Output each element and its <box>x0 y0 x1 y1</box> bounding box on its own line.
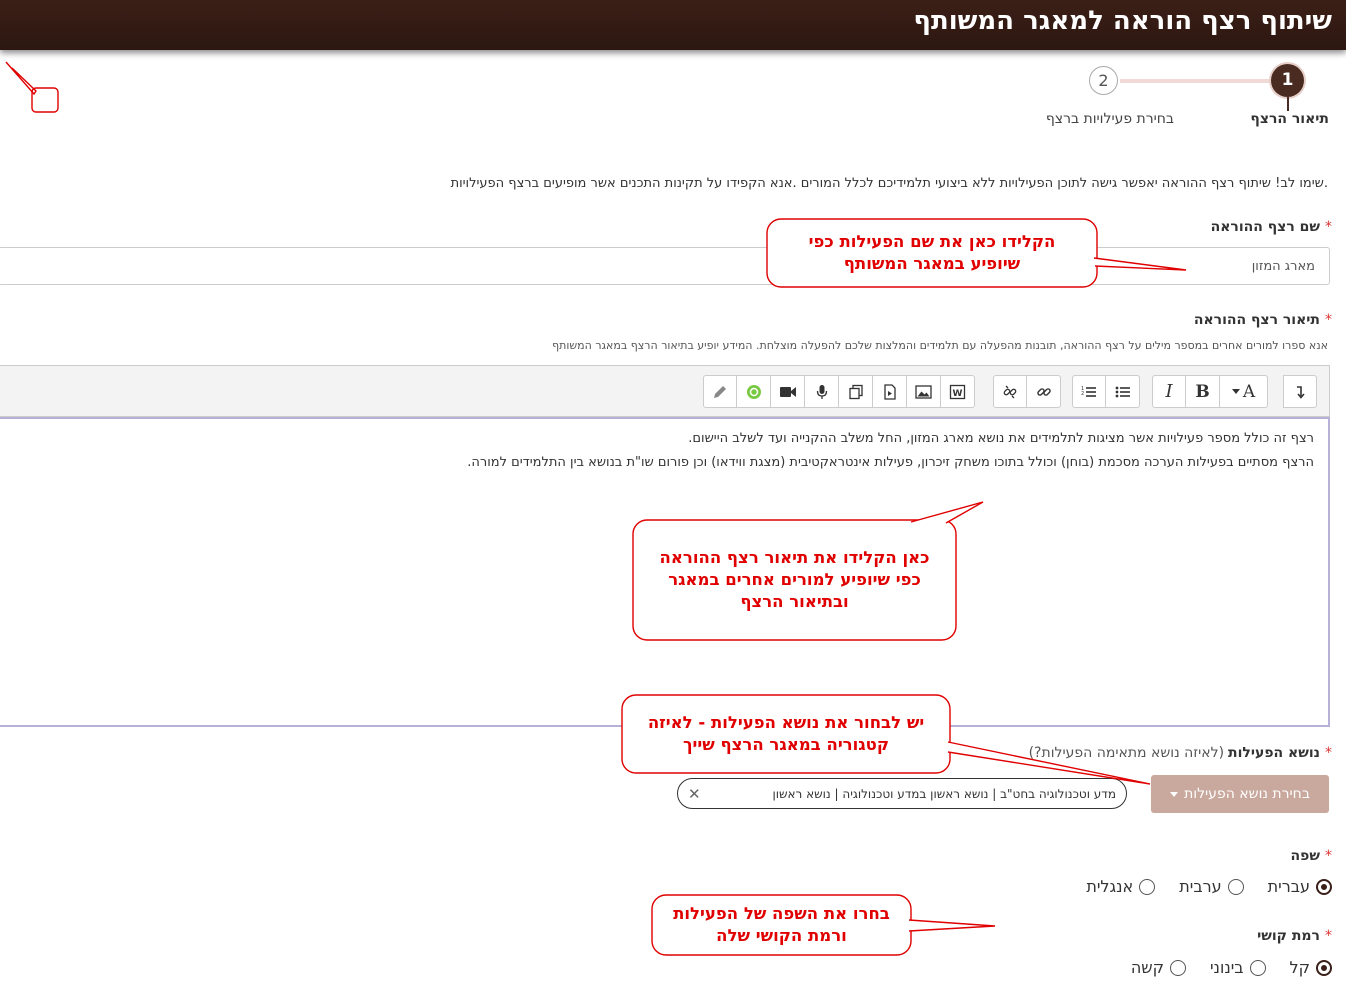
required-mark: * <box>1325 745 1332 761</box>
topic-field-sublabel: (לאיזה נושא מתאימה הפעילות?) <box>1028 745 1225 761</box>
selected-topic-text: מדע וטכנולוגיה בחט"ב | נושא ראשון במדע ו… <box>772 786 1116 801</box>
page-title: שיתוף רצף הוראה למאגר המשותף <box>913 6 1332 36</box>
media-file-icon[interactable] <box>873 375 907 408</box>
toolbar-expand-group <box>1283 375 1317 408</box>
callout-line: כפי שיופיע למורים אחרים במאגר <box>668 570 921 589</box>
callout-line: קטגוריה במאגר הרצף שייך <box>683 735 890 754</box>
radio-unchecked[interactable] <box>1227 878 1244 895</box>
language-option-hebrew[interactable]: עברית <box>1268 877 1332 896</box>
language-field-label-text: שפה <box>1290 848 1320 864</box>
wizard-step-1-label[interactable]: תיאור הרצף <box>1250 111 1329 127</box>
description-line: רצף זה כולל מספר פעילויות אשר מציגות לתל… <box>688 431 1314 446</box>
toolbar-list-group: 12 <box>1072 375 1140 408</box>
name-field-label: * שם רצף ההוראה <box>1211 219 1332 235</box>
video-icon[interactable] <box>771 375 805 408</box>
callout-line: ובתיאור הרצף <box>740 592 849 611</box>
empty-callout-box <box>31 87 59 113</box>
chevron-down-icon <box>1231 389 1240 394</box>
language-option-arabic[interactable]: ערבית <box>1179 877 1244 896</box>
required-mark: * <box>1325 848 1332 864</box>
required-mark: * <box>1325 312 1332 328</box>
font-dropdown-button[interactable]: A <box>1220 375 1268 408</box>
wizard-step-marker <box>1287 97 1289 111</box>
word-paste-icon[interactable]: W <box>941 375 975 408</box>
svg-text:2: 2 <box>1081 391 1084 397</box>
language-radio-group: עברית ערבית אנגלית <box>1072 877 1332 896</box>
share-warning: .שימו לב! שיתוף רצף ההוראה יאפשר גישה לת… <box>450 176 1328 191</box>
difficulty-option-easy[interactable]: קל <box>1290 958 1332 977</box>
link-icon[interactable] <box>1027 375 1061 408</box>
bold-button[interactable]: B <box>1186 375 1220 408</box>
callout-line: הקלידו כאן את שם הפעילות כפי <box>808 232 1056 251</box>
select-topic-button[interactable]: בחירת נושא הפעילות <box>1151 775 1329 813</box>
plugin-icon[interactable] <box>737 375 771 408</box>
difficulty-field-label-text: רמת קושי <box>1257 928 1320 944</box>
wizard-progress-line <box>1120 79 1272 83</box>
toolbar-link-group <box>993 375 1061 408</box>
radio-unchecked[interactable] <box>1169 959 1186 976</box>
radio-unchecked[interactable] <box>1139 878 1156 895</box>
difficulty-option-label: קשה <box>1130 958 1164 977</box>
microphone-icon[interactable] <box>805 375 839 408</box>
callout-description: כאן הקלידו את תיאור רצף ההוראה כפי שיופיע… <box>633 520 956 640</box>
callout-name: הקלידו כאן את שם הפעילות כפי שיופיע במאגר… <box>767 219 1097 287</box>
page-header: שיתוף רצף הוראה למאגר המשותף <box>0 0 1346 50</box>
language-option-label: ערבית <box>1179 877 1222 896</box>
empty-callout-pointer <box>5 61 37 96</box>
callout-topic: יש לבחור את נושא הפעילות - לאיזה קטגוריה … <box>622 695 950 773</box>
description-hint: אנא ספרו למורים אחרים במספר מילים על רצף… <box>552 339 1328 352</box>
callout-line: יש לבחור את נושא הפעילות - לאיזה <box>647 713 925 732</box>
wizard-step-2-label[interactable]: בחירת פעילויות ברצף <box>1046 111 1174 127</box>
topic-field-label: * נושא הפעילות(לאיזה נושא מתאימה הפעילות?… <box>1029 745 1332 761</box>
topic-field-label-text: נושא הפעילות <box>1228 745 1320 761</box>
radio-unchecked[interactable] <box>1249 959 1266 976</box>
svg-text:W: W <box>953 389 963 399</box>
difficulty-radio-group: קל בינוני קשה <box>1117 958 1332 977</box>
difficulty-option-label: קל <box>1289 958 1310 977</box>
callout-line: שיופיע במאגר המשותף <box>843 254 1021 273</box>
editor-toolbar: W 12 I B A <box>0 365 1330 417</box>
callout-line: כאן הקלידו את תיאור רצף ההוראה <box>659 548 930 567</box>
wizard-step-1[interactable]: 1 <box>1271 64 1304 97</box>
difficulty-field-label: * רמת קושי <box>1257 928 1332 944</box>
language-field-label: * שפה <box>1291 848 1332 864</box>
unlink-icon[interactable] <box>993 375 1027 408</box>
toolbar-insert-group: W <box>703 375 975 408</box>
pencil-icon[interactable] <box>703 375 737 408</box>
copy-icon[interactable] <box>839 375 873 408</box>
required-mark: * <box>1325 928 1332 944</box>
italic-button[interactable]: I <box>1152 375 1186 408</box>
difficulty-option-medium[interactable]: בינוני <box>1210 958 1266 977</box>
description-field-label-text: תיאור רצף ההוראה <box>1193 312 1320 328</box>
image-icon[interactable] <box>907 375 941 408</box>
radio-checked[interactable] <box>1316 878 1332 895</box>
toolbar-format-group: I B A <box>1152 375 1268 408</box>
difficulty-option-hard[interactable]: קשה <box>1131 958 1186 977</box>
expand-toolbar-icon[interactable] <box>1283 375 1317 408</box>
language-option-english[interactable]: אנגלית <box>1086 877 1156 896</box>
font-icon: A <box>1242 381 1256 402</box>
select-topic-label: בחירת נושא הפעילות <box>1184 786 1310 802</box>
difficulty-option-label: בינוני <box>1209 958 1244 977</box>
description-field-label: * תיאור רצף ההוראה <box>1194 312 1332 328</box>
wizard-step-2[interactable]: 2 <box>1089 66 1118 95</box>
chevron-down-icon <box>1170 791 1179 797</box>
description-line: הרצף מסתיים בפעילות הערכה מסכמת (בוחן) ו… <box>467 455 1314 470</box>
bullet-list-icon[interactable] <box>1106 375 1140 408</box>
callout-language-pointer <box>908 919 996 932</box>
selected-topic-tag: מדע וטכנולוגיה בחט"ב | נושא ראשון במדע ו… <box>677 778 1127 809</box>
numbered-list-icon[interactable]: 12 <box>1072 375 1106 408</box>
required-mark: * <box>1325 219 1332 235</box>
sequence-name-input[interactable] <box>0 247 1330 285</box>
language-option-label: אנגלית <box>1086 877 1134 896</box>
name-field-label-text: שם רצף ההוראה <box>1210 219 1320 235</box>
radio-checked[interactable] <box>1316 959 1332 976</box>
close-icon[interactable]: ✕ <box>688 785 701 803</box>
language-option-label: עברית <box>1267 877 1310 896</box>
callout-line: ורמת הקושי שלה <box>716 926 847 945</box>
callout-language: בחרו את השפה של הפעילות ורמת הקושי שלה <box>652 895 911 955</box>
callout-line: בחרו את השפה של הפעילות <box>673 904 890 923</box>
